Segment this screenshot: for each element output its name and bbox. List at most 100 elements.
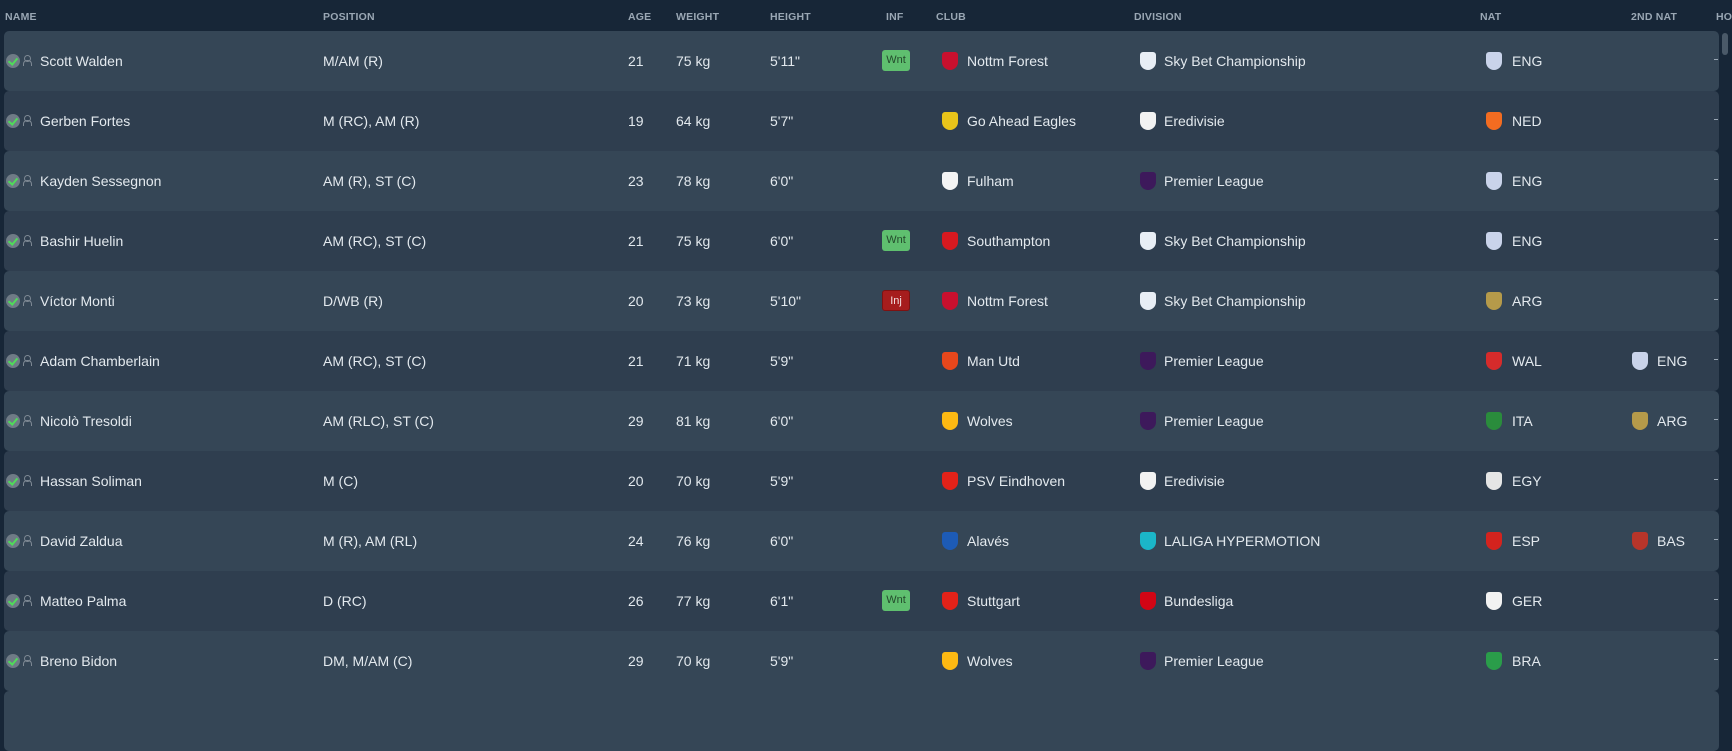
table-row[interactable]: Hassan Soliman M (C) 20 70 kg 5'9" PSV Eindho… xyxy=(4,451,1719,511)
player-profile-icon xyxy=(23,655,32,666)
table-row[interactable]: Scott Walden M/AM (R) 21 75 kg 5'11" Wnt Nottm… xyxy=(4,31,1719,91)
selected-check-icon[interactable] xyxy=(6,654,20,668)
header-name[interactable]: NAME xyxy=(5,11,37,23)
player-height: 6'1" xyxy=(770,593,794,609)
player-club[interactable]: Stuttgart xyxy=(967,593,1020,609)
table-row[interactable]: Breno Bidon DM, M/AM (C) 29 70 kg 5'9" Wolves… xyxy=(4,631,1719,691)
header-weight[interactable]: WEIGHT xyxy=(676,11,719,23)
player-name[interactable]: Víctor Monti xyxy=(40,293,115,309)
player-name[interactable]: Hassan Soliman xyxy=(40,473,142,489)
header-height[interactable]: HEIGHT xyxy=(770,11,811,23)
player-position: M (RC), AM (R) xyxy=(323,113,420,129)
player-club[interactable]: PSV Eindhoven xyxy=(967,473,1065,489)
ho-value-dash xyxy=(1714,299,1718,300)
player-profile-icon xyxy=(23,235,32,246)
player-height: 5'9" xyxy=(770,473,794,489)
selected-check-icon[interactable] xyxy=(6,234,20,248)
player-name[interactable]: Kayden Sessegnon xyxy=(40,173,161,189)
player-age: 23 xyxy=(628,173,644,189)
table-row[interactable]: Matteo Palma D (RC) 26 77 kg 6'1" Wnt Stuttgar… xyxy=(4,571,1719,631)
scrollbar-thumb[interactable] xyxy=(1722,33,1728,55)
selected-check-icon[interactable] xyxy=(6,174,20,188)
selected-check-icon[interactable] xyxy=(6,414,20,428)
player-name[interactable]: Scott Walden xyxy=(40,53,123,69)
player-club[interactable]: Nottm Forest xyxy=(967,293,1048,309)
header-nat[interactable]: NAT xyxy=(1480,11,1501,23)
player-weight: 75 kg xyxy=(676,53,711,69)
player-second-nationality: ENG xyxy=(1657,353,1688,369)
player-division[interactable]: Sky Bet Championship xyxy=(1164,233,1306,249)
player-position: D (RC) xyxy=(323,593,367,609)
ho-value-dash xyxy=(1714,59,1718,60)
egypt-icon xyxy=(1486,472,1502,490)
player-position: AM (RLC), ST (C) xyxy=(323,413,434,429)
header-ho[interactable]: HO xyxy=(1716,11,1732,23)
header-position[interactable]: POSITION xyxy=(323,11,375,23)
selected-check-icon[interactable] xyxy=(6,114,20,128)
selected-check-icon[interactable] xyxy=(6,594,20,608)
ho-value-dash xyxy=(1714,539,1718,540)
player-division[interactable]: Eredivisie xyxy=(1164,473,1225,489)
player-name[interactable]: Adam Chamberlain xyxy=(40,353,160,369)
selected-check-icon[interactable] xyxy=(6,474,20,488)
player-name[interactable]: Breno Bidon xyxy=(40,653,117,669)
table-row[interactable]: Adam Chamberlain AM (RC), ST (C) 21 71 kg 5'… xyxy=(4,331,1719,391)
player-division[interactable]: Premier League xyxy=(1164,653,1264,669)
player-name[interactable]: Nicolò Tresoldi xyxy=(40,413,132,429)
player-weight: 71 kg xyxy=(676,353,711,369)
selected-check-icon[interactable] xyxy=(6,534,20,548)
player-club[interactable]: Alavés xyxy=(967,533,1009,549)
player-age: 21 xyxy=(628,233,644,249)
player-position: M/AM (R) xyxy=(323,53,383,69)
player-division[interactable]: Premier League xyxy=(1164,413,1264,429)
player-club[interactable]: Wolves xyxy=(967,413,1013,429)
player-division[interactable]: Eredivisie xyxy=(1164,113,1225,129)
player-division[interactable]: LALIGA HYPERMOTION xyxy=(1164,533,1320,549)
eredivisie-icon xyxy=(1140,112,1156,130)
header-division[interactable]: DIVISION xyxy=(1134,11,1182,23)
player-division[interactable]: Premier League xyxy=(1164,173,1264,189)
player-nationality: ARG xyxy=(1512,293,1543,309)
player-name[interactable]: David Zaldua xyxy=(40,533,123,549)
player-division[interactable]: Sky Bet Championship xyxy=(1164,53,1306,69)
wolves-icon xyxy=(942,652,958,670)
header-inf[interactable]: INF xyxy=(886,11,904,23)
fulham-icon xyxy=(942,172,958,190)
header-age[interactable]: AGE xyxy=(628,11,651,23)
table-row[interactable]: Kayden Sessegnon AM (R), ST (C) 23 78 kg 6'0… xyxy=(4,151,1719,211)
ho-value-dash xyxy=(1714,239,1718,240)
player-profile-icon xyxy=(23,535,32,546)
table-row[interactable]: Víctor Monti D/WB (R) 20 73 kg 5'10" Inj Nottm… xyxy=(4,271,1719,331)
header-2nd-nat[interactable]: 2ND NAT xyxy=(1631,11,1677,23)
table-row[interactable] xyxy=(4,691,1719,751)
italy-icon xyxy=(1486,412,1502,430)
selected-check-icon[interactable] xyxy=(6,54,20,68)
player-division[interactable]: Premier League xyxy=(1164,353,1264,369)
table-row[interactable]: Nicolò Tresoldi AM (RLC), ST (C) 29 81 kg 6'… xyxy=(4,391,1719,451)
player-club[interactable]: Man Utd xyxy=(967,353,1020,369)
player-club[interactable]: Nottm Forest xyxy=(967,53,1048,69)
player-nationality: NED xyxy=(1512,113,1542,129)
player-weight: 64 kg xyxy=(676,113,711,129)
player-name[interactable]: Matteo Palma xyxy=(40,593,126,609)
table-row[interactable]: David Zaldua M (R), AM (RL) 24 76 kg 6'0" Ala… xyxy=(4,511,1719,571)
table-row[interactable]: Bashir Huelin AM (RC), ST (C) 21 75 kg 6'0" W… xyxy=(4,211,1719,271)
efl-championship-icon xyxy=(1140,232,1156,250)
selected-check-icon[interactable] xyxy=(6,294,20,308)
player-division[interactable]: Sky Bet Championship xyxy=(1164,293,1306,309)
player-club[interactable]: Wolves xyxy=(967,653,1013,669)
player-division[interactable]: Bundesliga xyxy=(1164,593,1233,609)
player-club[interactable]: Go Ahead Eagles xyxy=(967,113,1076,129)
table-row[interactable]: Gerben Fortes M (RC), AM (R) 19 64 kg 5'7" Go… xyxy=(4,91,1719,151)
psv-icon xyxy=(942,472,958,490)
man-utd-icon xyxy=(942,352,958,370)
header-club[interactable]: CLUB xyxy=(936,11,966,23)
player-club[interactable]: Southampton xyxy=(967,233,1050,249)
player-age: 24 xyxy=(628,533,644,549)
player-name[interactable]: Gerben Fortes xyxy=(40,113,130,129)
player-age: 29 xyxy=(628,653,644,669)
player-position: DM, M/AM (C) xyxy=(323,653,413,669)
selected-check-icon[interactable] xyxy=(6,354,20,368)
player-name[interactable]: Bashir Huelin xyxy=(40,233,123,249)
player-club[interactable]: Fulham xyxy=(967,173,1014,189)
